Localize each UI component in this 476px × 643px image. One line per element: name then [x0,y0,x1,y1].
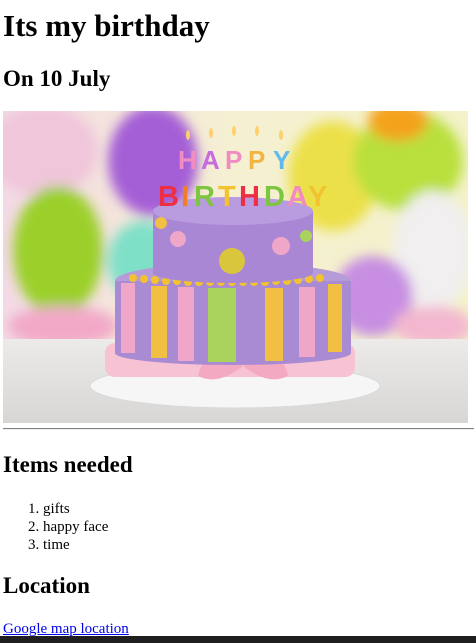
list-item: gifts [43,500,108,518]
items-heading: Items needed [3,452,133,477]
svg-text:A: A [201,145,220,175]
svg-text:P: P [225,145,242,175]
svg-text:H: H [239,181,260,213]
date-heading: On 10 July [3,66,111,91]
svg-text:I: I [181,181,189,213]
svg-text:H: H [178,145,197,175]
list-item: time [43,536,108,554]
svg-text:P: P [248,145,265,175]
svg-text:D: D [264,181,285,213]
svg-text:T: T [218,181,236,213]
svg-text:A: A [287,181,308,213]
divider [3,428,474,430]
svg-text:Y: Y [308,181,327,213]
svg-text:R: R [194,181,215,213]
birthday-cake-image: H A P P Y B I R T H D A Y [3,111,468,423]
bottom-bar [0,636,476,643]
items-list: gifts happy face time [3,500,108,554]
list-item: happy face [43,518,108,536]
svg-text:B: B [158,181,179,213]
location-heading: Location [3,573,90,598]
page-title: Its my birthday [3,8,210,43]
svg-text:Y: Y [273,145,290,175]
